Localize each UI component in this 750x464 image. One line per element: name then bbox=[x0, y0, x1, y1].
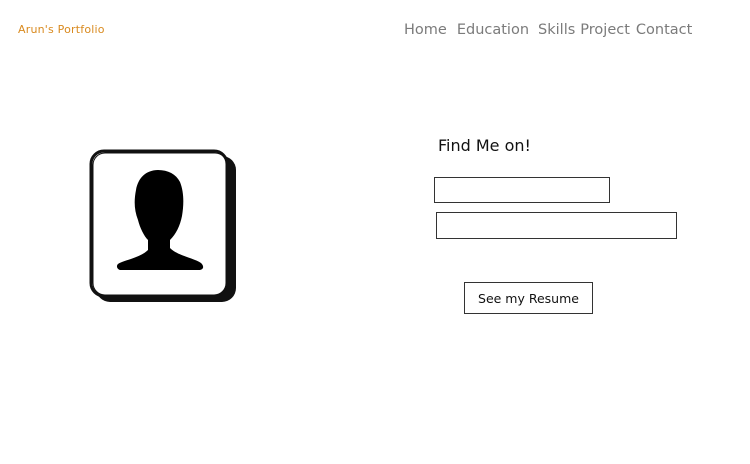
find-me-title: Find Me on! bbox=[438, 136, 531, 155]
nav-contact[interactable]: Contact bbox=[636, 22, 692, 38]
nav-project[interactable]: Project bbox=[580, 22, 630, 38]
social-link-field-2[interactable] bbox=[436, 212, 677, 239]
see-resume-button[interactable]: See my Resume bbox=[464, 282, 593, 314]
nav-education[interactable]: Education bbox=[457, 22, 529, 38]
page: Arun's Portfolio Home Education Skills P… bbox=[0, 0, 750, 464]
brand-logo[interactable]: Arun's Portfolio bbox=[18, 23, 105, 36]
social-link-field-1[interactable] bbox=[434, 177, 610, 203]
nav-skills[interactable]: Skills bbox=[538, 22, 575, 38]
top-nav: Home Education Skills Project Contact bbox=[404, 22, 692, 38]
avatar bbox=[88, 148, 240, 306]
nav-home[interactable]: Home bbox=[404, 22, 447, 38]
person-silhouette-icon bbox=[89, 149, 236, 302]
